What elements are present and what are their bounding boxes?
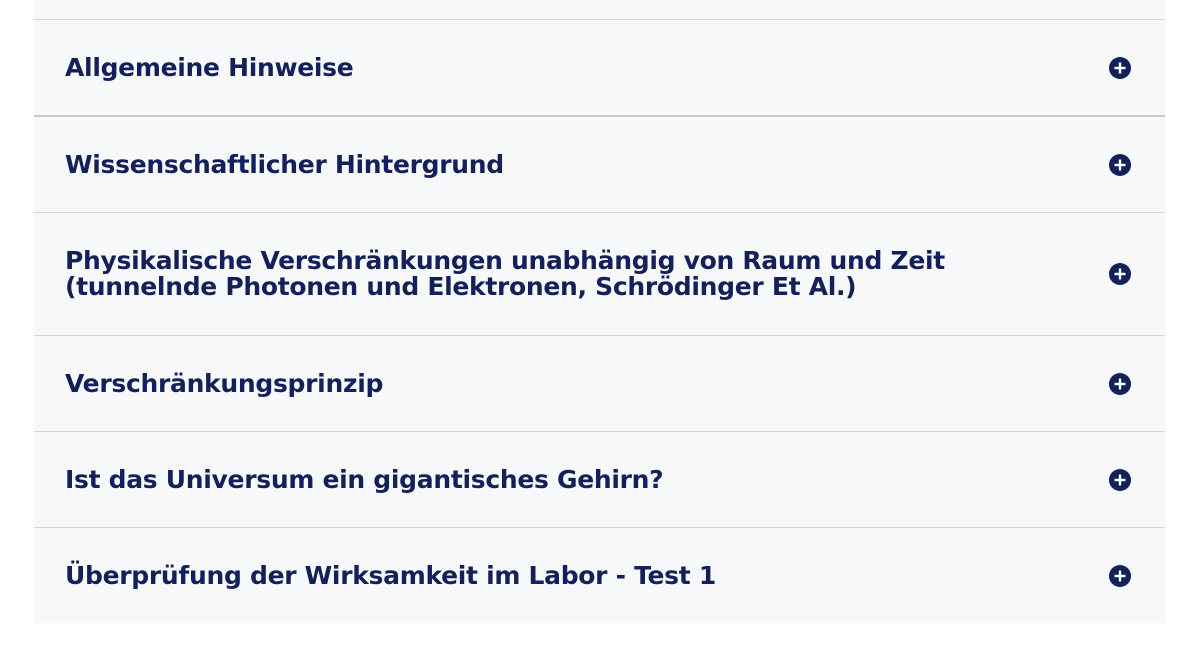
plus-circle-icon[interactable] (1109, 372, 1131, 395)
plus-circle-icon[interactable] (1109, 468, 1131, 491)
accordion-item-title: Überprüfung der Wirksamkeit im Labor - T… (65, 560, 716, 590)
accordion-item-title: Physikalische Verschränkungen unabhängig… (65, 246, 945, 301)
accordion-item-title: Allgemeine Hinweise (65, 52, 354, 82)
accordion-item-universum-gehirn[interactable]: Ist das Universum ein gigantisches Gehir… (34, 432, 1165, 528)
accordion-item-allgemeine-hinweise[interactable]: Allgemeine Hinweise (34, 20, 1165, 117)
accordion-item-ueberpruefung-labor-test-1[interactable]: Überprüfung der Wirksamkeit im Labor - T… (34, 528, 1165, 623)
plus-circle-icon[interactable] (1109, 56, 1131, 79)
accordion-item-wissenschaftlicher-hintergrund[interactable]: Wissenschaftlicher Hintergrund (34, 117, 1165, 213)
accordion-item-physikalische-verschraenkungen[interactable]: Physikalische Verschränkungen unabhängig… (34, 213, 1165, 336)
accordion-item-title: Wissenschaftlicher Hintergrund (65, 149, 504, 179)
plus-circle-icon[interactable] (1109, 153, 1131, 176)
plus-circle-icon[interactable] (1109, 263, 1131, 285)
accordion-top-spacer (34, 0, 1165, 20)
accordion-item-verschraenkungsprinzip[interactable]: Verschränkungsprinzip (34, 336, 1165, 432)
accordion-item-title: Verschränkungsprinzip (65, 368, 384, 398)
accordion: Allgemeine Hinweise Wissenschaftlicher H… (34, 0, 1165, 623)
plus-circle-icon[interactable] (1109, 564, 1131, 587)
accordion-item-title: Ist das Universum ein gigantisches Gehir… (65, 464, 664, 494)
